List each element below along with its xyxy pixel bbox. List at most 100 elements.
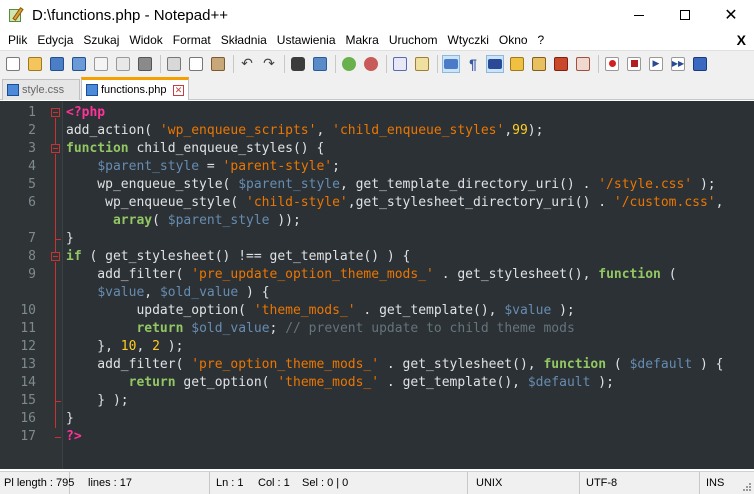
- indent-guide-icon: [488, 58, 502, 69]
- fold-toggle-icon[interactable]: [51, 252, 60, 261]
- replace-button[interactable]: [311, 55, 329, 73]
- tab-functions-php[interactable]: functions.php ✕: [81, 77, 189, 100]
- new-file-button[interactable]: [4, 55, 22, 73]
- code-line: ?>: [66, 428, 82, 446]
- resize-grip-icon[interactable]: [742, 482, 752, 492]
- line-number: 17: [20, 429, 36, 444]
- cut-button[interactable]: [165, 55, 183, 73]
- status-eol: UNIX: [472, 472, 580, 494]
- code-token: );: [527, 123, 544, 138]
- close-tab-icon[interactable]: ✕: [173, 84, 184, 96]
- menu-ustawienia[interactable]: Ustawienia: [272, 30, 341, 50]
- undo-button[interactable]: ↶: [238, 55, 256, 73]
- code-token: );: [692, 177, 716, 192]
- print-button[interactable]: [136, 55, 154, 73]
- fold-guide-line: [55, 406, 56, 428]
- code-token: 2: [152, 339, 160, 354]
- copy-button[interactable]: [187, 55, 205, 73]
- zoom-in-button[interactable]: [340, 55, 358, 73]
- code-token: , get_template_directory_uri() .: [339, 177, 599, 192]
- function-list-button[interactable]: [552, 55, 570, 73]
- save-button[interactable]: [48, 55, 66, 73]
- menu-wtyczki[interactable]: Wtyczki: [443, 30, 494, 50]
- menu-makra[interactable]: Makra: [341, 30, 384, 50]
- code-token: 'child_enqueue_styles': [332, 123, 505, 138]
- code-line: }: [66, 410, 74, 428]
- tab-style-css[interactable]: style.css: [2, 79, 80, 100]
- code-token: ( get_stylesheet() !== get_template() ) …: [81, 249, 411, 264]
- menu-edycja[interactable]: Edycja: [32, 30, 78, 50]
- code-token: ,get_stylesheet_directory_uri() .: [347, 195, 614, 210]
- zoom-out-icon: [364, 56, 378, 71]
- close-document-button[interactable]: X: [737, 32, 746, 48]
- code-line: $value, $old_value ) {: [66, 284, 269, 302]
- menu-uruchom[interactable]: Uruchom: [384, 30, 443, 50]
- code-token: } );: [66, 393, 129, 408]
- folder-workspace-icon: [576, 56, 590, 71]
- redo-button[interactable]: ↷: [260, 55, 278, 73]
- code-line: $parent_style = 'parent-style';: [66, 158, 340, 176]
- close-all-button[interactable]: [114, 55, 132, 73]
- close-file-button[interactable]: [92, 55, 110, 73]
- toolbar-separator: [335, 54, 336, 73]
- line-number: 6: [28, 195, 36, 210]
- code-line: function child_enqueue_styles() {: [66, 140, 324, 158]
- maximize-button[interactable]: [662, 0, 708, 30]
- play-macro-button[interactable]: ▶: [647, 55, 665, 73]
- record-macro-button[interactable]: [603, 55, 621, 73]
- fold-toggle-icon[interactable]: [51, 144, 60, 153]
- code-token: 'theme_mods_': [277, 375, 380, 390]
- code-token: ,: [316, 123, 333, 138]
- menu-okno[interactable]: Okno: [494, 30, 533, 50]
- show-all-chars-button[interactable]: ¶: [464, 55, 482, 73]
- menu-help[interactable]: ?: [533, 30, 550, 50]
- save-all-icon: [72, 56, 86, 71]
- code-editor[interactable]: 1 2 3 4 5 6 7 8 9 10 11 12 13 14 15 16 17 <?php add_actio…: [0, 101, 754, 469]
- code-token: return: [128, 375, 176, 390]
- open-file-button[interactable]: [26, 55, 44, 73]
- menu-format[interactable]: Format: [168, 30, 216, 50]
- menu-szukaj[interactable]: Szukaj: [78, 30, 124, 50]
- run-macro-button[interactable]: ▶▶: [669, 55, 687, 73]
- code-token: 'pre_update_option_theme_mods_': [191, 267, 434, 282]
- code-text-area[interactable]: <?php add_action( 'wp_enqueue_scripts', '…: [64, 101, 754, 469]
- udl-button[interactable]: [508, 55, 526, 73]
- find-button[interactable]: [289, 55, 307, 73]
- code-token: );: [551, 303, 575, 318]
- code-token: $old_value: [159, 285, 239, 300]
- fold-guide-line: [55, 262, 56, 406]
- zoom-out-button[interactable]: [362, 55, 380, 73]
- close-icon: ✕: [724, 7, 738, 24]
- sync-h-icon: [415, 56, 429, 71]
- minimize-button[interactable]: [616, 0, 662, 30]
- status-ln: Ln : 1: [216, 477, 244, 489]
- menu-widok[interactable]: Widok: [124, 30, 167, 50]
- record-macro-icon: [605, 56, 619, 71]
- sync-horizontal-button[interactable]: [413, 55, 431, 73]
- wrap-icon: [444, 58, 458, 69]
- stop-macro-button[interactable]: [625, 55, 643, 73]
- code-token: );: [590, 375, 614, 390]
- sync-vertical-button[interactable]: [391, 55, 409, 73]
- line-number: 2: [28, 123, 36, 138]
- code-token: 'parent-style': [222, 159, 333, 174]
- line-number: 12: [20, 339, 36, 354]
- save-all-button[interactable]: [70, 55, 88, 73]
- menu-skladnia[interactable]: Składnia: [216, 30, 272, 50]
- tab-label: functions.php: [101, 84, 167, 96]
- save-macro-button[interactable]: [691, 55, 709, 73]
- word-wrap-button[interactable]: [442, 54, 460, 73]
- close-window-button[interactable]: ✕: [708, 0, 754, 30]
- line-number: 10: [20, 303, 36, 318]
- fold-toggle-icon[interactable]: [51, 108, 60, 117]
- code-line: wp_enqueue_style( $parent_style, get_tem…: [66, 176, 716, 194]
- code-token: $value: [504, 303, 552, 318]
- indent-guide-button[interactable]: [486, 54, 504, 73]
- menu-plik[interactable]: Plik: [0, 30, 32, 50]
- code-token: ,: [136, 339, 153, 354]
- folder-workspace-button[interactable]: [574, 55, 592, 73]
- paste-button[interactable]: [209, 55, 227, 73]
- code-token: =: [199, 159, 223, 174]
- fold-guide-line: [55, 154, 56, 252]
- doc-map-button[interactable]: [530, 55, 548, 73]
